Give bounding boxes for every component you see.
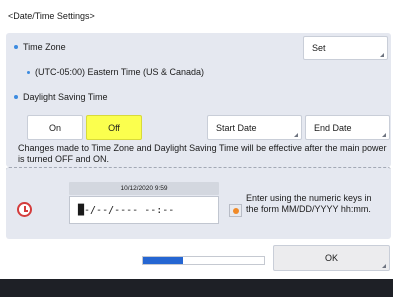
dst-off-label: Off — [108, 122, 120, 133]
dst-label: Daylight Saving Time — [23, 92, 108, 102]
ok-label: OK — [324, 253, 338, 263]
progress-fill — [143, 257, 183, 264]
input-hint: Enter using the numeric keys in the form… — [246, 193, 372, 214]
sub-bullet-icon — [27, 70, 30, 74]
notice-text: Changes made to Time Zone and Daylight S… — [18, 143, 387, 164]
progress-bar — [142, 256, 265, 265]
footer-bar — [0, 279, 393, 297]
datetime-input[interactable]: █-/--/---- --:-- — [69, 196, 219, 224]
dst-off-button[interactable]: Off — [86, 115, 142, 140]
corner-arrow-icon — [382, 133, 386, 137]
clock-icon — [17, 202, 32, 217]
end-date-button[interactable]: End Date — [305, 115, 390, 140]
corner-arrow-icon — [380, 53, 384, 57]
corner-arrow-icon — [294, 133, 298, 137]
end-date-label: End Date — [314, 122, 352, 133]
current-datetime: 10/12/2020 9:59 — [69, 182, 219, 195]
start-date-button[interactable]: Start Date — [207, 115, 302, 140]
dst-section: Daylight Saving Time — [14, 92, 108, 102]
time-zone-section: Time Zone — [14, 42, 66, 52]
time-zone-value: (UTC-05:00) Eastern Time (US & Canada) — [35, 67, 205, 77]
dst-on-label: On — [48, 122, 61, 133]
ok-button[interactable]: OK — [273, 245, 390, 271]
set-time-zone-button[interactable]: Set — [303, 36, 388, 60]
hint-icon — [229, 204, 242, 217]
datetime-panel: 10/12/2020 9:59 █-/--/---- --:-- Enter u… — [6, 167, 391, 239]
time-zone-value-row: (UTC-05:00) Eastern Time (US & Canada) — [27, 67, 204, 77]
page-title: <Date/Time Settings> — [8, 11, 95, 21]
corner-arrow-icon — [382, 264, 386, 268]
dst-on-button[interactable]: On — [27, 115, 83, 140]
bullet-icon — [14, 45, 18, 49]
bullet-icon — [14, 95, 18, 99]
settings-panel: Time Zone Set (UTC-05:00) Eastern Time (… — [6, 33, 391, 167]
start-date-label: Start Date — [216, 122, 257, 133]
set-button-label: Set — [312, 43, 326, 53]
time-zone-label: Time Zone — [23, 42, 66, 52]
